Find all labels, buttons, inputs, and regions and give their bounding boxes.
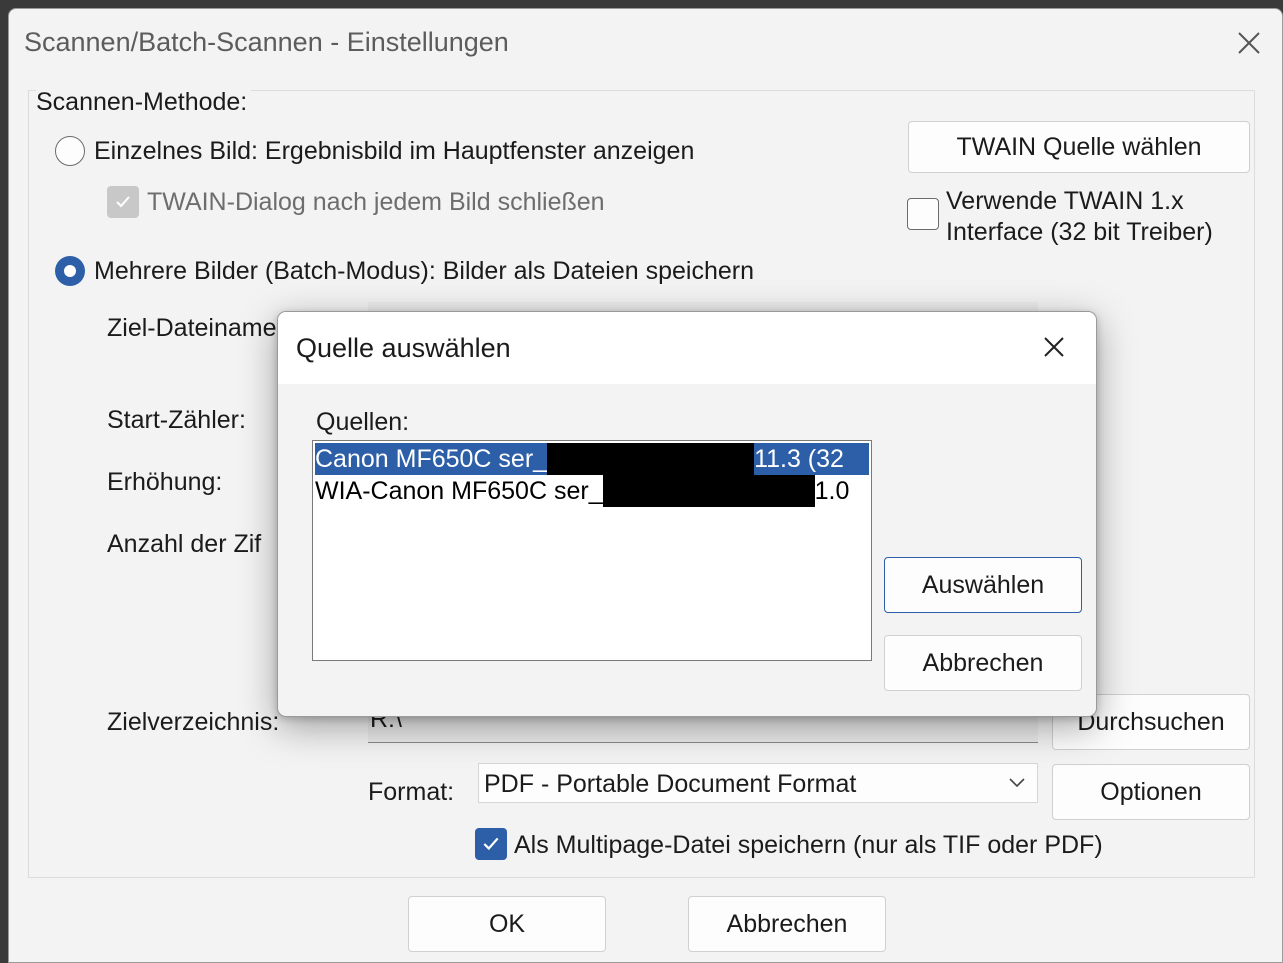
batch-mode-radio[interactable] <box>55 256 85 286</box>
format-label: Format: <box>368 778 455 806</box>
start-counter-label: Start-Zähler: <box>107 406 246 434</box>
chevron-down-icon <box>1007 772 1027 797</box>
list-item[interactable]: WIA-Canon MF650C ser_ 1.0 <box>315 475 849 507</box>
twain-source-button[interactable]: TWAIN Quelle wählen <box>908 121 1250 173</box>
multipage-label: Als Multipage-Datei speichern (nur als T… <box>514 831 1103 859</box>
twain1x-label-line2: Interface (32 bit Treiber) <box>946 218 1213 246</box>
format-select[interactable]: PDF - Portable Document Format <box>478 763 1038 803</box>
dialog-title: Quelle auswählen <box>296 333 511 363</box>
close-icon[interactable] <box>1229 23 1269 63</box>
increment-label: Erhöhung: <box>107 468 223 496</box>
twain1x-checkbox[interactable] <box>907 198 939 230</box>
source-name: WIA-Canon MF650C ser_ <box>315 477 603 505</box>
cancel-button[interactable]: Abbrechen <box>688 896 886 952</box>
single-image-radio[interactable] <box>55 136 85 166</box>
digits-label: Anzahl der Zif <box>107 530 262 558</box>
twain-close-label: TWAIN-Dialog nach jedem Bild schließen <box>147 188 605 216</box>
group-label: Scannen-Methode: <box>36 88 252 117</box>
select-button[interactable]: Auswählen <box>884 557 1082 613</box>
dialog-cancel-button[interactable]: Abbrechen <box>884 635 1082 691</box>
target-filename-label: Ziel-Dateiname <box>107 314 277 342</box>
twain-close-checkbox[interactable] <box>107 186 139 218</box>
window-title: Scannen/Batch-Scannen - Einstellungen <box>24 27 509 57</box>
multipage-checkbox[interactable] <box>475 828 507 860</box>
select-source-dialog: Quelle auswählen Quellen: Canon MF650C s… <box>277 311 1097 717</box>
dialog-close-icon[interactable] <box>1034 327 1074 367</box>
check-icon <box>483 837 499 851</box>
twain1x-label-line1: Verwende TWAIN 1.x <box>946 187 1184 215</box>
source-suffix: 1.0 <box>814 477 850 505</box>
options-button[interactable]: Optionen <box>1052 764 1250 820</box>
redaction <box>602 475 815 507</box>
single-image-label: Einzelnes Bild: Ergebnisbild im Hauptfen… <box>94 137 695 165</box>
sources-label: Quellen: <box>316 408 410 436</box>
check-icon <box>116 196 130 208</box>
source-suffix: 11.3 (32 <box>754 445 844 473</box>
list-item[interactable]: Canon MF650C ser_ 11.3 (32 <box>315 443 869 475</box>
target-dir-label: Zielverzeichnis: <box>107 708 280 736</box>
sources-list[interactable]: Canon MF650C ser_ 11.3 (32 WIA-Canon MF65… <box>312 440 872 661</box>
source-name: Canon MF650C ser_ <box>315 445 548 473</box>
ok-button[interactable]: OK <box>408 896 606 952</box>
format-value: PDF - Portable Document Format <box>484 770 857 798</box>
batch-mode-label: Mehrere Bilder (Batch-Modus): Bilder als… <box>94 257 755 285</box>
redaction <box>547 443 755 475</box>
dialog-header: Quelle auswählen <box>278 312 1096 384</box>
